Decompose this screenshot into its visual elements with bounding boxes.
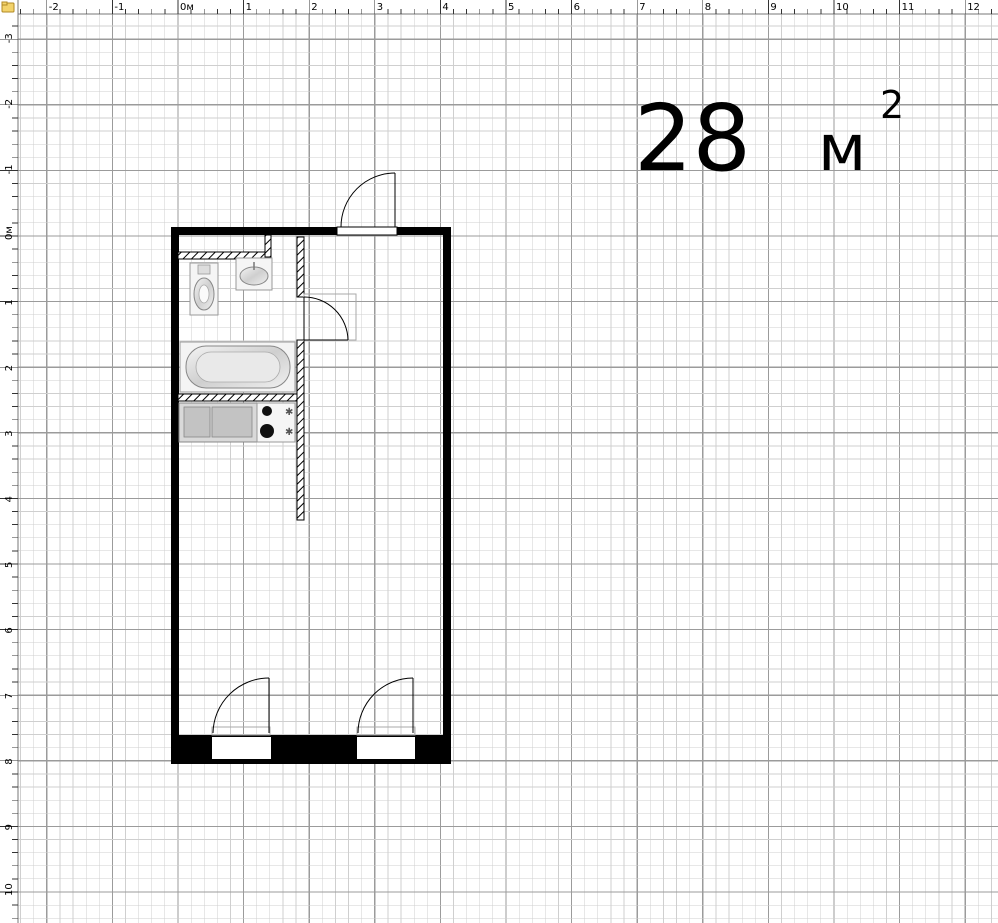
ruler-left-label: 10 xyxy=(4,883,15,896)
ruler-top-label: 12 xyxy=(967,2,980,13)
ruler-top-label: 2 xyxy=(311,2,317,13)
ruler-top-label: -1 xyxy=(114,2,124,13)
svg-text:✱: ✱ xyxy=(285,407,293,418)
ruler-top-label: 1 xyxy=(246,2,252,13)
area-superscript: 2 xyxy=(880,83,904,127)
svg-text:✱: ✱ xyxy=(285,427,293,438)
ruler-top-label: 3 xyxy=(377,2,383,13)
ruler-left-label: -3 xyxy=(4,33,15,43)
ruler-left-label: 3 xyxy=(4,430,15,436)
ruler-left-label: 4 xyxy=(4,496,15,502)
ruler-left-label: -2 xyxy=(4,99,15,109)
sink-icon[interactable] xyxy=(235,257,273,291)
ruler-left-label: -1 xyxy=(4,164,15,174)
kitchen-sink-icon[interactable] xyxy=(178,402,258,443)
toilet-icon[interactable] xyxy=(189,262,219,316)
ruler-left[interactable]: -3 -2 -1 0м 1 2 3 4 5 6 7 8 9 10 xyxy=(0,0,19,923)
corner-folder-icon[interactable] xyxy=(1,1,15,13)
ruler-top-label: 5 xyxy=(508,2,514,13)
ruler-top[interactable]: -2 -1 0м 1 2 3 4 5 6 7 8 9 10 11 12 xyxy=(0,0,998,15)
ruler-left-label: 8 xyxy=(4,758,15,764)
ruler-top-label: -2 xyxy=(49,2,59,13)
stove-icon[interactable]: ✱ ✱ xyxy=(256,402,296,443)
ruler-left-label: 2 xyxy=(4,365,15,371)
window-right[interactable] xyxy=(357,737,415,759)
window-left[interactable] xyxy=(212,737,271,759)
ruler-left-label: 9 xyxy=(4,824,15,830)
bathtub-icon[interactable] xyxy=(179,341,296,393)
ruler-left-label: 1 xyxy=(4,299,15,305)
area-label: 28 м 2 xyxy=(634,83,904,192)
ruler-top-label: 0м xyxy=(180,2,194,13)
ruler-left-label: 0м xyxy=(4,226,15,240)
ruler-top-label: 6 xyxy=(574,2,580,13)
ruler-top-label: 8 xyxy=(705,2,711,13)
ruler-left-label: 7 xyxy=(4,693,15,699)
ruler-top-label: 7 xyxy=(639,2,645,13)
ruler-left-label: 6 xyxy=(4,627,15,633)
ruler-top-label: 4 xyxy=(442,2,448,13)
ruler-left-label: 5 xyxy=(4,562,15,568)
area-unit: м xyxy=(818,112,866,186)
floor-plan-canvas[interactable]: -2 -1 0м 1 2 3 4 5 6 7 8 9 10 11 12 -3-2-10м1234567891… xyxy=(0,0,998,923)
ruler-top-label: 11 xyxy=(902,2,915,13)
ruler-top-label: 9 xyxy=(770,2,776,13)
entrance-opening[interactable] xyxy=(336,226,398,236)
area-number: 28 xyxy=(634,85,751,192)
ruler-top-label: 10 xyxy=(836,2,849,13)
